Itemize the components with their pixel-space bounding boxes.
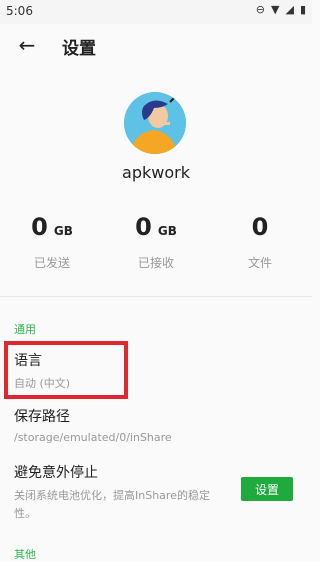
save-path-title: 保存路径 [14, 409, 70, 425]
status-bar: 5:06 ⊖ ▼ ◢ ▮ [0, 0, 312, 24]
status-icons: ⊖ ▼ ◢ ▮ [256, 3, 306, 16]
highlight-box [4, 341, 128, 399]
stat-sent-unit: GB [53, 224, 73, 238]
page-title: 设置 [62, 39, 96, 59]
signal-icon: ◢ [285, 3, 294, 16]
username: apkwork [122, 163, 190, 182]
avatar-illustration-icon [124, 92, 186, 154]
wifi-icon: ▼ [271, 3, 280, 16]
stat-received-value: 0 [135, 213, 152, 241]
app-bar: ← 设置 [0, 24, 312, 68]
stat-received: 0 GB 已接收 [104, 212, 208, 271]
avatar[interactable] [124, 92, 186, 154]
avoid-stop-title: 避免意外停止 [14, 465, 98, 481]
stat-files-label: 文件 [247, 256, 272, 270]
transfer-stats: 0 GB 已发送 0 GB 已接收 0 文件 [0, 212, 312, 282]
stat-files: 0 文件 [208, 212, 312, 271]
avoid-stop-desc-line1: 关闭系统电池优化，提高InShare的稳定 [14, 489, 210, 502]
stat-received-unit: GB [157, 224, 177, 238]
section-other-title: 其他 [14, 548, 36, 561]
save-path-value: /storage/emulated/0/inShare [14, 431, 172, 444]
battery-icon: ▮ [299, 3, 306, 16]
stat-sent: 0 GB 已发送 [0, 212, 104, 271]
divider [0, 296, 312, 297]
battery-settings-button[interactable]: 设置 [241, 477, 293, 501]
section-general-title: 通用 [14, 323, 36, 336]
stat-received-label: 已接收 [137, 256, 174, 270]
avoid-stop-desc-line2: 性。 [14, 507, 36, 520]
status-time: 5:06 [6, 4, 33, 18]
avoid-stop-desc: 关闭系统电池优化，提高InShare的稳定 性。 [14, 487, 229, 521]
stat-files-value: 0 [251, 213, 269, 241]
do-not-disturb-icon: ⊖ [255, 3, 265, 16]
stat-sent-label: 已发送 [33, 256, 70, 270]
back-arrow-icon[interactable]: ← [12, 30, 42, 60]
stat-sent-value: 0 [31, 213, 48, 241]
